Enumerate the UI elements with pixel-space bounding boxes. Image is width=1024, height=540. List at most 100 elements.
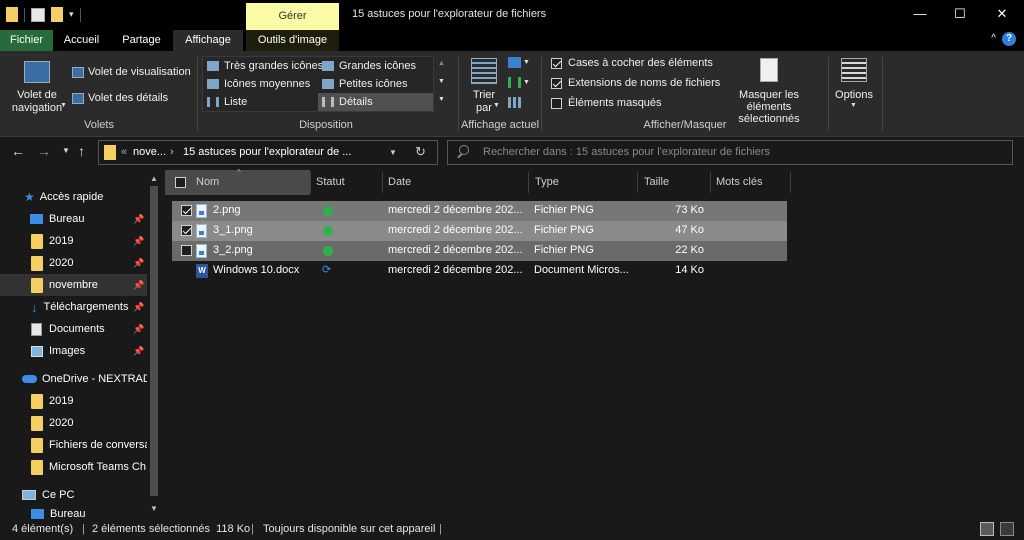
close-button[interactable]: ✕ (982, 4, 1022, 24)
hidden-items-checkbox[interactable] (551, 98, 562, 109)
table-row[interactable]: W Windows 10.docx ⟳ mercredi 2 décembre … (172, 261, 787, 281)
row-checkbox[interactable] (181, 245, 192, 256)
group-by-icon[interactable] (508, 57, 521, 68)
details-pane-button[interactable]: Volet des détails (88, 92, 168, 104)
column-header-mots-cles[interactable]: Mots clés (716, 170, 762, 195)
scroll-down-icon[interactable]: ▼ (150, 504, 158, 513)
pin-icon[interactable]: 📌 (133, 214, 144, 225)
recent-locations-icon[interactable]: ▼ (62, 146, 70, 155)
layout-details[interactable]: Détails (339, 96, 373, 108)
table-row[interactable]: 3_1.png mercredi 2 décembre 202... Fichi… (172, 221, 787, 241)
customize-qat-icon[interactable]: ▾ (69, 9, 74, 20)
navigation-pane-button[interactable]: Volet de navigation (6, 89, 68, 115)
new-folder-icon[interactable] (51, 7, 63, 22)
sidebar-item-images[interactable]: Images (31, 341, 85, 361)
manage-contextual-tab-group[interactable]: Gérer (246, 3, 339, 30)
item-checkboxes-checkbox[interactable] (551, 58, 562, 69)
column-header-taille[interactable]: Taille (644, 170, 669, 195)
search-input[interactable]: Rechercher dans : 15 astuces pour l'expl… (483, 146, 770, 158)
minimize-button[interactable]: — (900, 4, 940, 24)
layout-small-icons[interactable]: Petites icônes (339, 78, 407, 90)
column-separator[interactable] (382, 172, 383, 193)
pin-icon[interactable]: 📌 (133, 258, 144, 269)
up-arrow-icon[interactable]: ↑ (78, 143, 85, 159)
column-header-statut[interactable]: Statut (316, 170, 345, 195)
layout-large-icons[interactable]: Grandes icônes (339, 60, 416, 72)
tab-outils-image[interactable]: Outils d'image (246, 30, 339, 51)
search-box[interactable]: Rechercher dans : 15 astuces pour l'expl… (447, 140, 1013, 165)
back-arrow-icon[interactable]: ← (11, 143, 25, 159)
address-overflow-chevron[interactable]: « (121, 146, 127, 158)
scrollbar-thumb[interactable] (150, 186, 158, 496)
column-separator[interactable] (790, 172, 791, 193)
sidebar-item-2020[interactable]: 2020 (31, 253, 73, 273)
tab-partage[interactable]: Partage (110, 30, 173, 51)
address-segment-current[interactable]: 15 astuces pour l'explorateur de ... (183, 146, 351, 158)
pin-icon[interactable]: 📌 (133, 302, 144, 313)
layout-list[interactable]: Liste (224, 96, 247, 108)
sidebar-item-telechargements[interactable]: ↓ Téléchargements (31, 297, 129, 317)
sidebar-item-novembre[interactable]: novembre (31, 275, 98, 295)
gallery-scroll-down-icon[interactable]: ▼ (438, 78, 445, 85)
refresh-icon[interactable]: ↻ (415, 144, 426, 160)
select-all-checkbox[interactable] (175, 177, 186, 188)
properties-icon[interactable] (31, 7, 45, 22)
sidebar-item-onedrive-2019[interactable]: 2019 (31, 391, 73, 411)
address-segment-novembre[interactable]: nove... (133, 146, 166, 158)
tab-fichier[interactable]: Fichier (0, 30, 53, 51)
layout-medium-icons[interactable]: Icônes moyennes (224, 78, 310, 90)
column-header-nom[interactable]: Nom (196, 170, 219, 195)
gallery-expand-icon[interactable]: ▼ (438, 96, 445, 103)
table-row[interactable]: 2.png mercredi 2 décembre 202... Fichier… (172, 201, 787, 221)
pin-icon[interactable]: 📌 (133, 236, 144, 247)
sidebar-item-onedrive-2020[interactable]: 2020 (31, 413, 73, 433)
column-separator[interactable] (637, 172, 638, 193)
options-button[interactable]: Options (833, 89, 875, 101)
tab-accueil[interactable]: Accueil (53, 30, 110, 51)
sidebar-item-ce-pc[interactable]: Ce PC (22, 485, 74, 505)
sidebar-item-quick-access[interactable]: ★ Accès rapide (24, 187, 103, 207)
address-dropdown-icon[interactable]: ▼ (389, 148, 397, 157)
table-row[interactable]: 3_2.png mercredi 2 décembre 202... Fichi… (172, 241, 787, 261)
help-icon[interactable]: ? (1002, 32, 1016, 46)
maximize-button[interactable]: ☐ (940, 4, 980, 24)
sidebar-item-2019[interactable]: 2019 (31, 231, 73, 251)
size-columns-icon[interactable] (508, 97, 521, 108)
layout-details-selected[interactable]: Détails (318, 93, 433, 111)
sidebar-item-fichiers-conversation[interactable]: Fichiers de conversa (31, 435, 151, 455)
navigation-pane-icon[interactable] (24, 61, 50, 83)
navigation-pane-scrollbar[interactable]: ▲ ▼ (147, 170, 161, 519)
pin-icon[interactable]: 📌 (133, 324, 144, 335)
collapse-ribbon-button[interactable]: ^ (991, 33, 996, 44)
address-bar[interactable]: « nove... › 15 astuces pour l'explorateu… (98, 140, 438, 165)
preview-pane-button[interactable]: Volet de visualisation (88, 66, 191, 78)
column-separator[interactable] (310, 172, 311, 193)
file-extensions-label[interactable]: Extensions de noms de fichiers (568, 77, 720, 89)
forward-arrow-icon[interactable]: → (37, 143, 51, 159)
breadcrumb-chevron-icon[interactable]: › (170, 146, 174, 158)
sidebar-item-onedrive[interactable]: OneDrive - NEXTRADI (22, 369, 154, 389)
column-header-type[interactable]: Type (535, 170, 559, 195)
ribbon-separator (828, 57, 829, 131)
column-header-date[interactable]: Date (388, 170, 411, 195)
file-extensions-checkbox[interactable] (551, 78, 562, 89)
row-checkbox[interactable] (181, 205, 192, 216)
sidebar-item-bureau[interactable]: Bureau (30, 209, 84, 229)
column-separator[interactable] (528, 172, 529, 193)
large-icons-view-button[interactable] (1000, 522, 1014, 536)
layout-extra-large-icons[interactable]: Très grandes icônes (224, 60, 323, 72)
small-icons-icon (322, 79, 334, 89)
row-checkbox[interactable] (181, 225, 192, 236)
scroll-up-icon[interactable]: ▲ (150, 174, 158, 183)
sidebar-item-microsoft-teams[interactable]: Microsoft Teams Ch (31, 457, 146, 477)
details-view-button[interactable] (980, 522, 994, 536)
sidebar-item-documents[interactable]: Documents (31, 319, 105, 339)
pin-icon[interactable]: 📌 (133, 346, 144, 357)
item-checkboxes-label[interactable]: Cases à cocher des éléments (568, 57, 713, 69)
pin-icon[interactable]: 📌 (133, 280, 144, 291)
column-separator[interactable] (710, 172, 711, 193)
tab-affichage[interactable]: Affichage (173, 30, 243, 51)
hidden-items-label[interactable]: Éléments masqués (568, 97, 662, 109)
add-columns-icon[interactable] (508, 77, 521, 88)
gallery-scroll-up-icon[interactable]: ▲ (438, 60, 445, 67)
